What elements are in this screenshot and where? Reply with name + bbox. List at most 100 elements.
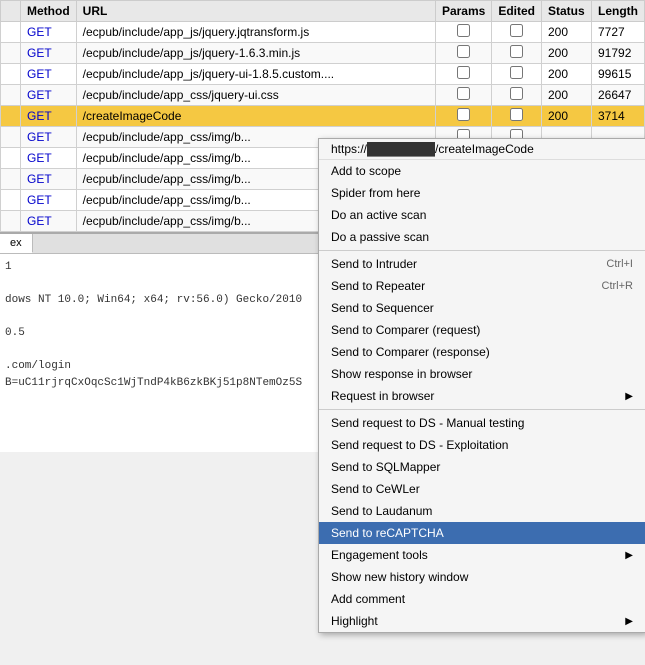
row-params bbox=[435, 85, 491, 106]
row-method: GET bbox=[21, 211, 77, 232]
menu-item-send-to-recaptcha[interactable]: Send to reCAPTCHA bbox=[319, 522, 645, 544]
col-header-method[interactable]: Method bbox=[21, 1, 77, 22]
menu-item-send-to-sequencer[interactable]: Send to Sequencer bbox=[319, 297, 645, 319]
menu-item-send-to-repeater[interactable]: Send to Repeater Ctrl+R bbox=[319, 275, 645, 297]
row-params bbox=[435, 106, 491, 127]
menu-item-label: Add to scope bbox=[331, 164, 401, 178]
menu-separator bbox=[319, 250, 645, 251]
menu-item-spider-from-here[interactable]: Spider from here bbox=[319, 182, 645, 204]
row-params bbox=[435, 64, 491, 85]
row-edited bbox=[492, 106, 542, 127]
menu-item-label: Show new history window bbox=[331, 570, 468, 584]
panel-line-8: B=uC11rjrqCxOqcSc1WjTndP4kB6zkBKj51p8NTe… bbox=[5, 375, 314, 392]
row-edited bbox=[492, 85, 542, 106]
params-checkbox[interactable] bbox=[457, 87, 470, 100]
col-header-status[interactable]: Status bbox=[542, 1, 592, 22]
params-checkbox[interactable] bbox=[457, 108, 470, 121]
menu-item-add-comment[interactable]: Add comment bbox=[319, 588, 645, 610]
panel-line-1: 1 bbox=[5, 259, 314, 276]
context-menu-url: https://████████/createImageCode bbox=[319, 139, 645, 160]
menu-item-label: Send to Comparer (request) bbox=[331, 323, 480, 337]
menu-item-send-request-to-ds---manual-testing[interactable]: Send request to DS - Manual testing bbox=[319, 412, 645, 434]
row-number bbox=[1, 211, 21, 232]
row-params bbox=[435, 43, 491, 64]
row-length: 91792 bbox=[592, 43, 645, 64]
row-status: 200 bbox=[542, 106, 592, 127]
row-number bbox=[1, 106, 21, 127]
row-length: 3714 bbox=[592, 106, 645, 127]
row-method: GET bbox=[21, 169, 77, 190]
menu-item-label: Engagement tools bbox=[331, 548, 428, 562]
context-menu: https://████████/createImageCode Add to … bbox=[318, 138, 645, 633]
row-number bbox=[1, 85, 21, 106]
edited-checkbox[interactable] bbox=[510, 66, 523, 79]
menu-item-label: Send to CeWLer bbox=[331, 482, 420, 496]
menu-item-do-a-passive-scan[interactable]: Do a passive scan bbox=[319, 226, 645, 248]
menu-item-send-to-cewler[interactable]: Send to CeWLer bbox=[319, 478, 645, 500]
row-status: 200 bbox=[542, 85, 592, 106]
row-method: GET bbox=[21, 22, 77, 43]
col-header-params[interactable]: Params bbox=[435, 1, 491, 22]
edited-checkbox[interactable] bbox=[510, 87, 523, 100]
menu-item-send-to-comparer-response[interactable]: Send to Comparer (response) bbox=[319, 341, 645, 363]
edited-checkbox[interactable] bbox=[510, 24, 523, 37]
menu-item-show-new-history-window[interactable]: Show new history window bbox=[319, 566, 645, 588]
row-edited bbox=[492, 43, 542, 64]
params-checkbox[interactable] bbox=[457, 24, 470, 37]
menu-item-shortcut: Ctrl+R bbox=[602, 280, 633, 292]
col-header-url[interactable]: URL bbox=[76, 1, 435, 22]
row-edited bbox=[492, 64, 542, 85]
params-checkbox[interactable] bbox=[457, 66, 470, 79]
panel-line-2 bbox=[5, 276, 314, 293]
panel-content: 1 dows NT 10.0; Win64; x64; rv:56.0) Gec… bbox=[0, 254, 319, 396]
menu-item-label: Send request to DS - Exploitation bbox=[331, 438, 508, 452]
row-status: 200 bbox=[542, 22, 592, 43]
menu-item-send-request-to-ds---exploitation[interactable]: Send request to DS - Exploitation bbox=[319, 434, 645, 456]
menu-item-send-to-laudanum[interactable]: Send to Laudanum bbox=[319, 500, 645, 522]
tab-ex[interactable]: ex bbox=[0, 234, 33, 253]
table-row[interactable]: GET /ecpub/include/app_js/jquery-ui-1.8.… bbox=[1, 64, 645, 85]
panel-line-3: dows NT 10.0; Win64; x64; rv:56.0) Gecko… bbox=[5, 292, 314, 309]
row-method: GET bbox=[21, 127, 77, 148]
row-method: GET bbox=[21, 148, 77, 169]
panel-line-5: 0.5 bbox=[5, 325, 314, 342]
menu-item-highlight[interactable]: Highlight bbox=[319, 610, 645, 632]
menu-item-label: Send to SQLMapper bbox=[331, 460, 440, 474]
row-method: GET bbox=[21, 190, 77, 211]
col-header-edited[interactable]: Edited bbox=[492, 1, 542, 22]
row-method: GET bbox=[21, 85, 77, 106]
panel-line-7: .com/login bbox=[5, 358, 314, 375]
menu-item-request-in-browser[interactable]: Request in browser bbox=[319, 385, 645, 407]
params-checkbox[interactable] bbox=[457, 45, 470, 58]
table-row[interactable]: GET /ecpub/include/app_css/jquery-ui.css… bbox=[1, 85, 645, 106]
menu-item-add-to-scope[interactable]: Add to scope bbox=[319, 160, 645, 182]
row-number bbox=[1, 148, 21, 169]
row-edited bbox=[492, 22, 542, 43]
tab-bar: ex bbox=[0, 234, 319, 254]
table-row[interactable]: GET /ecpub/include/app_js/jquery.jqtrans… bbox=[1, 22, 645, 43]
panel-line-4 bbox=[5, 309, 314, 326]
col-header-empty[interactable] bbox=[1, 1, 21, 22]
menu-item-send-to-intruder[interactable]: Send to Intruder Ctrl+I bbox=[319, 253, 645, 275]
table-row[interactable]: GET /ecpub/include/app_js/jquery-1.6.3.m… bbox=[1, 43, 645, 64]
menu-item-show-response-in-browser[interactable]: Show response in browser bbox=[319, 363, 645, 385]
menu-item-send-to-comparer-request[interactable]: Send to Comparer (request) bbox=[319, 319, 645, 341]
col-header-length[interactable]: Length bbox=[592, 1, 645, 22]
menu-item-send-to-sqlmapper[interactable]: Send to SQLMapper bbox=[319, 456, 645, 478]
menu-separator bbox=[319, 409, 645, 410]
edited-checkbox[interactable] bbox=[510, 45, 523, 58]
menu-item-label: Send to Intruder bbox=[331, 257, 417, 271]
menu-item-label: Highlight bbox=[331, 614, 378, 628]
edited-checkbox[interactable] bbox=[510, 108, 523, 121]
menu-item-label: Send to reCAPTCHA bbox=[331, 526, 444, 540]
row-params bbox=[435, 22, 491, 43]
menu-item-label: Send to Comparer (response) bbox=[331, 345, 490, 359]
menu-item-label: Send request to DS - Manual testing bbox=[331, 416, 524, 430]
menu-item-label: Send to Repeater bbox=[331, 279, 425, 293]
menu-item-engagement-tools[interactable]: Engagement tools bbox=[319, 544, 645, 566]
row-method: GET bbox=[21, 106, 77, 127]
menu-item-do-an-active-scan[interactable]: Do an active scan bbox=[319, 204, 645, 226]
menu-item-label: Request in browser bbox=[331, 389, 434, 403]
menu-item-shortcut: Ctrl+I bbox=[606, 258, 633, 270]
table-row[interactable]: GET /createImageCode 200 3714 bbox=[1, 106, 645, 127]
